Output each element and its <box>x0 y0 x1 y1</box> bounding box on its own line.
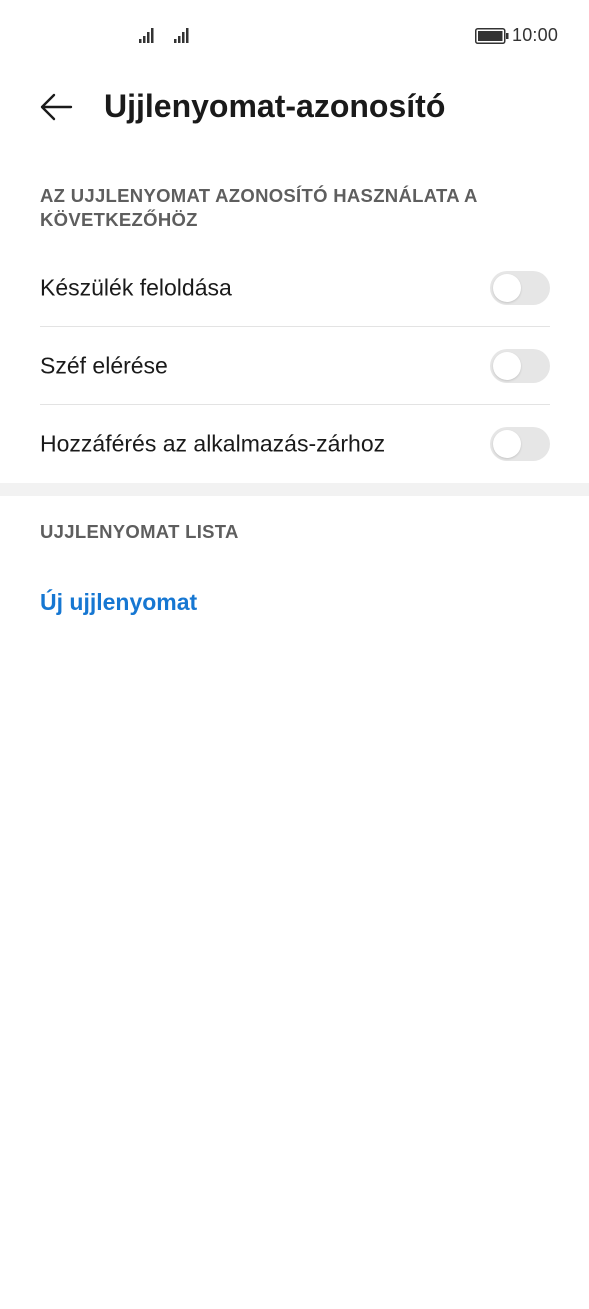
battery-icon <box>475 28 509 44</box>
row-label: Készülék feloldása <box>40 274 232 301</box>
switch-knob <box>493 274 521 302</box>
signal-strength-icon <box>139 28 154 43</box>
switch-knob <box>493 430 521 458</box>
section-header-fingerprint-list: UJJLENYOMAT LISTA <box>40 521 239 542</box>
device-unlock-switch[interactable] <box>490 271 550 305</box>
section-separator <box>0 483 589 496</box>
safe-access-switch[interactable] <box>490 349 550 383</box>
row-label: Hozzáférés az alkalmazás-zárhoz <box>40 430 386 457</box>
new-fingerprint-link[interactable]: Új ujjlenyomat <box>40 586 197 618</box>
signal-strength-icon <box>174 28 189 43</box>
toggle-row-device-unlock[interactable]: Készülék feloldása <box>40 249 550 327</box>
toggle-row-safe-access[interactable]: Széf elérése <box>40 327 550 405</box>
toggle-row-app-lock-access[interactable]: Hozzáférés az alkalmazás-zárhoz <box>40 405 550 483</box>
status-bar: 10:00 <box>0 0 589 72</box>
section-header-usage: AZ UJJLENYOMAT AZONOSÍTÓ HASZNÁLATA A KÖ… <box>40 185 477 230</box>
back-button[interactable] <box>32 83 80 131</box>
arrow-left-icon <box>40 93 73 121</box>
app-lock-access-switch[interactable] <box>490 427 550 461</box>
switch-knob <box>493 352 521 380</box>
row-label: Széf elérése <box>40 352 168 379</box>
status-time: 10:00 <box>512 25 559 45</box>
page-title: Ujjlenyomat-azonosító <box>104 88 446 124</box>
